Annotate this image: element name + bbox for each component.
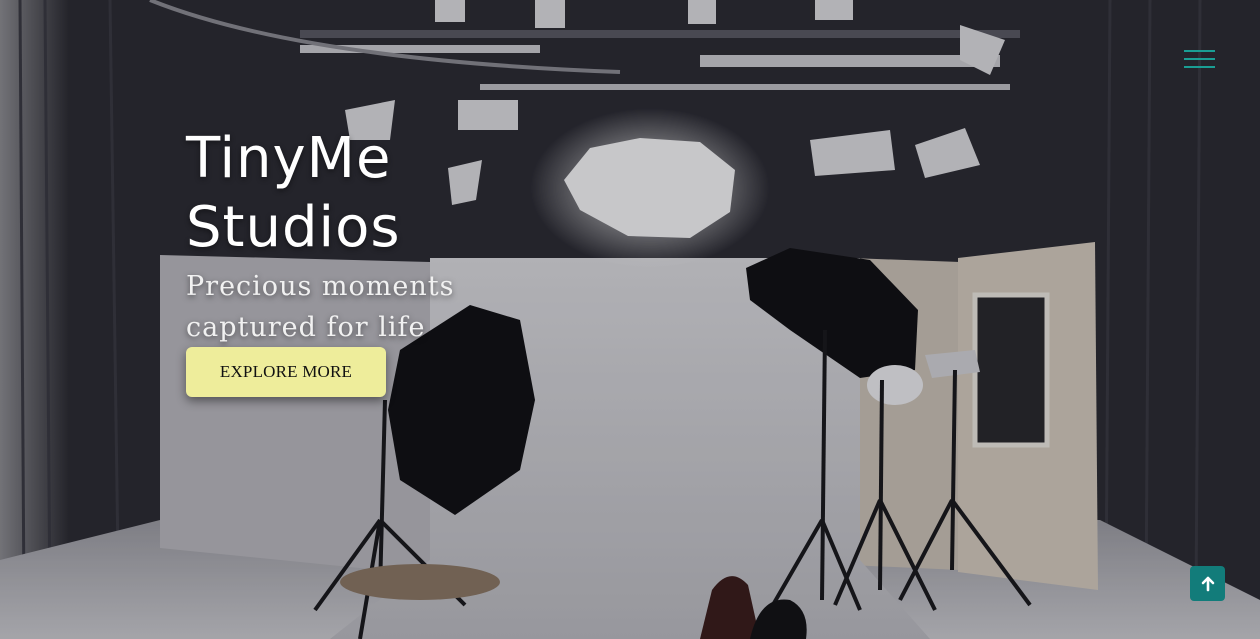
menu-bar-middle: [1184, 58, 1215, 60]
arrow-up-icon: [1201, 576, 1214, 591]
menu-bar-bottom: [1184, 66, 1215, 68]
menu-bar-top: [1184, 50, 1215, 52]
brand-title-line-2: Studios: [186, 195, 401, 260]
hero-section: TinyMe Studios Precious moments captured…: [186, 124, 606, 397]
hero-tagline-line-2: captured for life: [186, 312, 426, 343]
explore-more-button[interactable]: EXPLORE MORE: [186, 347, 386, 397]
brand-title: TinyMe Studios: [186, 124, 606, 262]
brand-title-line-1: TinyMe: [186, 126, 392, 191]
hero-tagline-line-1: Precious moments: [186, 271, 455, 302]
hero-tagline: Precious moments captured for life: [186, 266, 606, 348]
hamburger-menu-icon[interactable]: [1184, 49, 1216, 71]
back-to-top-button[interactable]: [1190, 566, 1225, 601]
